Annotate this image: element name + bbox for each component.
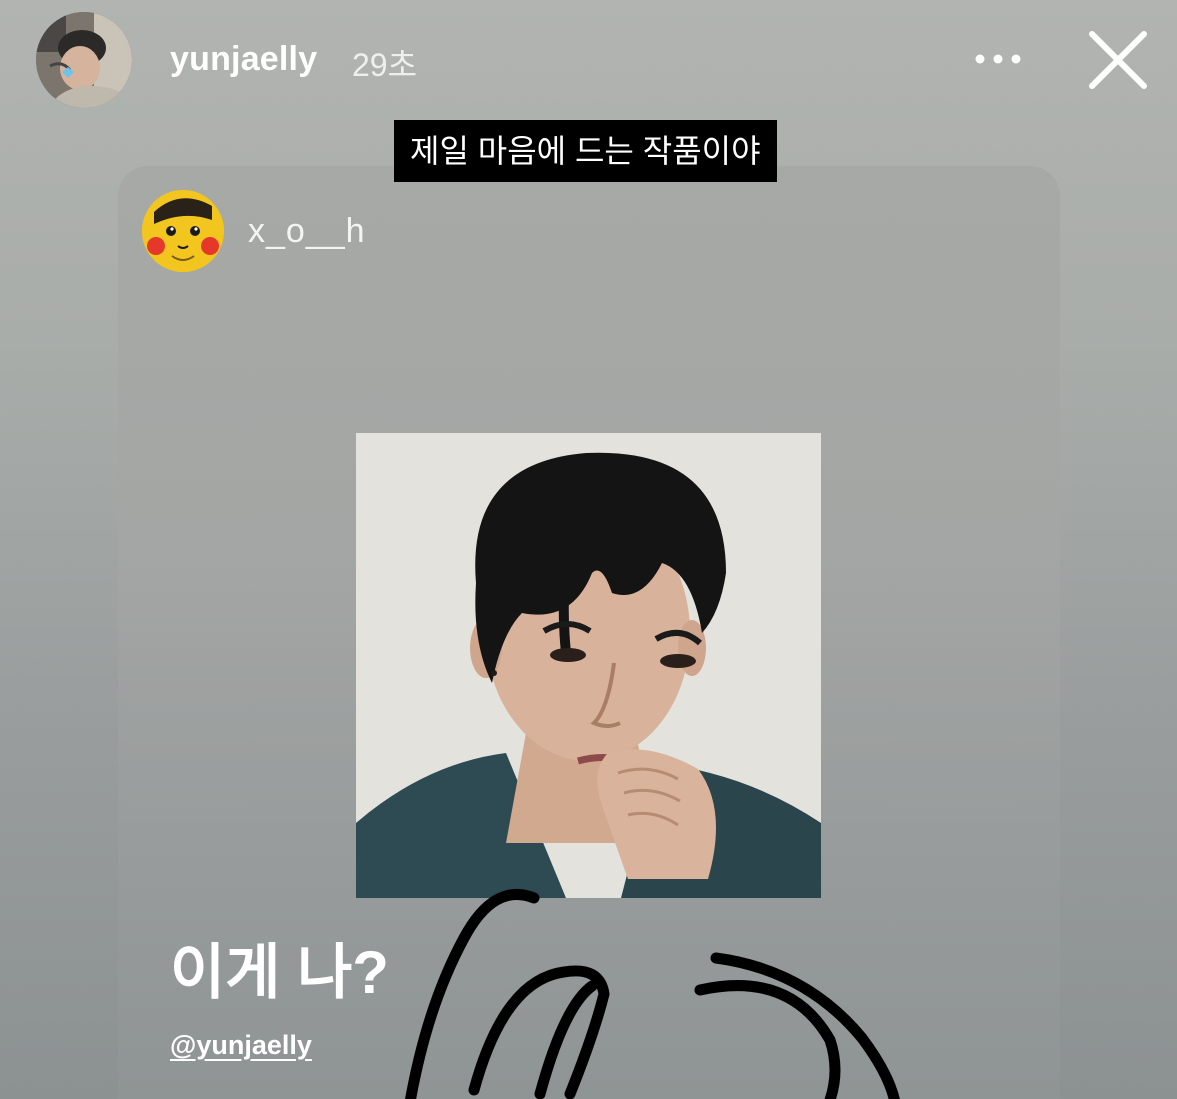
story-header: yunjaelly 29초 bbox=[0, 0, 1177, 120]
story-caption: 제일 마음에 드는 작품이야 bbox=[394, 120, 777, 182]
close-icon[interactable] bbox=[1086, 28, 1150, 92]
post-text: 이게 나? bbox=[170, 939, 389, 1006]
more-horizontal-icon[interactable] bbox=[970, 46, 1026, 72]
post-mention-link[interactable]: @yunjaelly bbox=[170, 1030, 312, 1061]
pikachu-avatar-icon bbox=[142, 190, 224, 272]
post-photo bbox=[356, 433, 821, 898]
shared-post-card[interactable]: x_o__h 이게 나? @yunjaelly bbox=[118, 166, 1060, 1099]
story-username[interactable]: yunjaelly bbox=[170, 40, 317, 79]
avatar-photo bbox=[36, 12, 132, 108]
post-avatar[interactable] bbox=[142, 190, 224, 272]
story-avatar[interactable] bbox=[36, 12, 132, 108]
story-timestamp: 29초 bbox=[352, 47, 418, 83]
post-username[interactable]: x_o__h bbox=[248, 212, 366, 251]
